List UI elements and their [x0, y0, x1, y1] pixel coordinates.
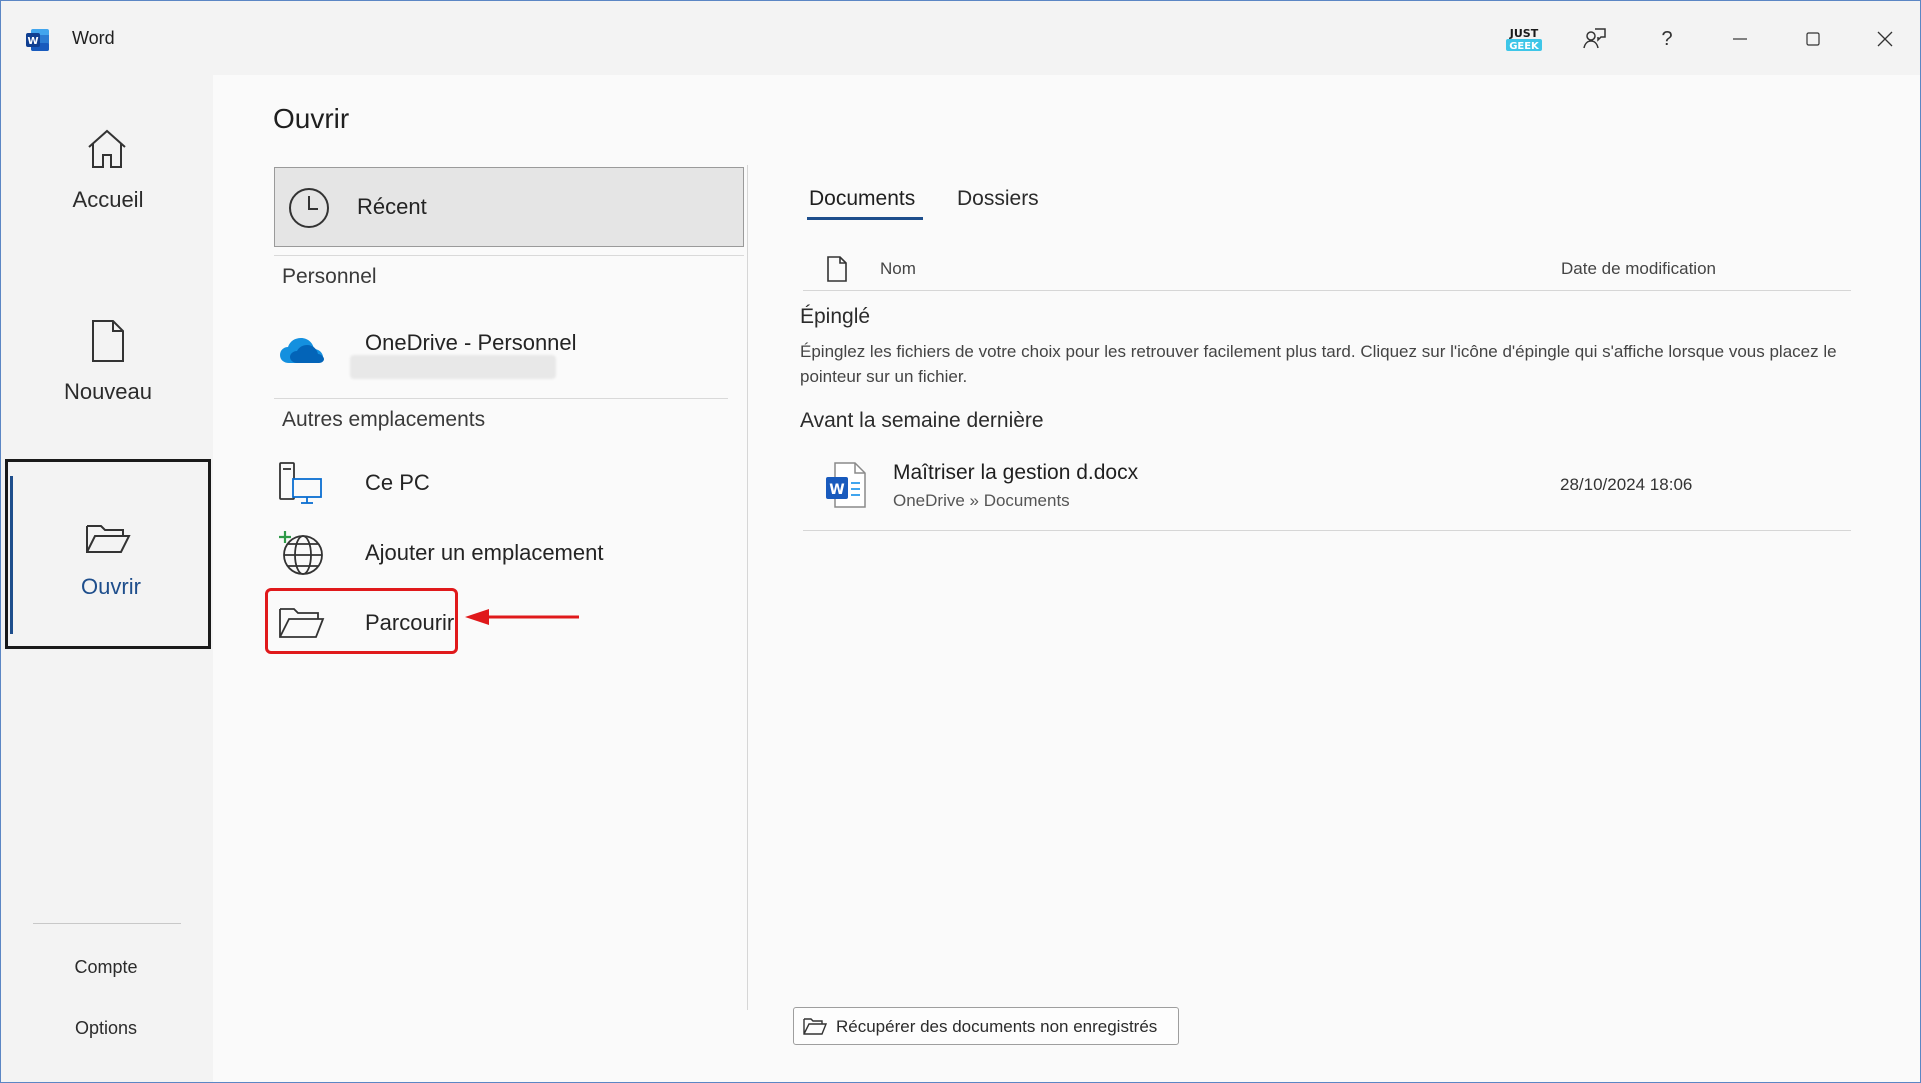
new-document-icon [92, 320, 124, 362]
redacted-account-email [350, 355, 556, 379]
section-personnel: Personnel [282, 265, 377, 288]
open-folder-icon [86, 525, 131, 553]
column-header-name[interactable]: Nom [880, 259, 916, 279]
onedrive-cloud-icon [280, 338, 324, 363]
word-document-icon: W [826, 462, 866, 508]
computer-icon [279, 462, 322, 504]
clock-icon [289, 188, 329, 228]
location-onedrive-label: OneDrive - Personnel [365, 330, 577, 355]
backstage-nav: Accueil Nouveau Ouvrir Compte Options [1, 75, 211, 1082]
justgeek-logo: JUST GEEK [1501, 25, 1547, 55]
open-folder-small-icon [803, 1018, 827, 1035]
nav-item-label: Nouveau [63, 379, 153, 404]
nav-item-label: Accueil [72, 187, 144, 212]
nav-options[interactable]: Options [1, 1018, 211, 1039]
tab-active-underline [807, 217, 923, 220]
column-header-date[interactable]: Date de modification [1561, 259, 1716, 279]
divider [274, 398, 728, 399]
active-indicator [10, 476, 13, 634]
word-app-icon: W [26, 29, 49, 51]
nav-compte[interactable]: Compte [1, 957, 211, 978]
pinned-description: Épinglez les fichiers de votre choix pou… [800, 342, 1837, 386]
file-path: OneDrive » Documents [893, 491, 1070, 510]
recover-unsaved-label: Récupérer des documents non enregistrés [836, 1017, 1158, 1036]
file-type-icon [827, 256, 847, 282]
svg-text:W: W [27, 36, 38, 47]
maximize-button[interactable] [1793, 21, 1833, 57]
section-autres-emplacements: Autres emplacements [282, 408, 486, 431]
recover-unsaved-button[interactable]: Récupérer des documents non enregistrés [793, 1007, 1179, 1045]
nav-item-label: Ouvrir [81, 574, 141, 599]
tab-dossiers[interactable]: Dossiers [957, 187, 1039, 211]
app-title: Word [72, 28, 115, 48]
nav-item-nouveau[interactable]: Nouveau [5, 267, 211, 457]
feedback-icon[interactable] [1574, 21, 1614, 57]
add-location-globe-icon [279, 531, 323, 575]
title-bar: W Word JUST GEEK ? [1, 1, 1920, 75]
nav-item-accueil[interactable]: Accueil [5, 75, 211, 265]
row-divider [803, 530, 1851, 531]
annotation-arrow [465, 609, 579, 625]
home-icon [88, 129, 126, 168]
annotation-highlight-box [265, 588, 458, 654]
location-this-pc[interactable]: Ce PC [277, 455, 717, 511]
nav-item-ouvrir[interactable]: Ouvrir [5, 459, 211, 649]
location-add-place[interactable]: Ajouter un emplacement [277, 525, 717, 581]
file-row[interactable]: W Maîtriser la gestion d.docx OneDrive »… [803, 449, 1851, 519]
page-title: Ouvrir [273, 103, 350, 134]
open-pane: Ouvrir Récent Personnel OneDrive - Perso… [213, 75, 1920, 1082]
nav-divider [33, 923, 181, 924]
svg-text:W: W [829, 482, 844, 498]
word-window: W Word JUST GEEK ? Accueil Nouveau Ouvri… [0, 0, 1921, 1083]
tab-documents[interactable]: Documents [809, 187, 915, 211]
svg-text:GEEK: GEEK [1509, 41, 1540, 52]
file-name: Maîtriser la gestion d.docx [893, 461, 1139, 484]
group-older-title: Avant la semaine dernière [800, 409, 1044, 432]
svg-text:JUST: JUST [1509, 27, 1539, 40]
column-divider [747, 165, 748, 1010]
file-date: 28/10/2024 18:06 [1560, 475, 1693, 494]
location-recent[interactable]: Récent [274, 167, 744, 247]
divider [274, 255, 744, 256]
group-pinned-title: Épinglé [800, 305, 871, 328]
location-this-pc-label: Ce PC [365, 470, 430, 495]
header-divider [803, 290, 1851, 291]
location-add-place-label: Ajouter un emplacement [365, 540, 604, 565]
help-button[interactable]: ? [1647, 21, 1687, 57]
minimize-button[interactable] [1720, 21, 1760, 57]
close-button[interactable] [1865, 21, 1905, 57]
location-recent-label: Récent [357, 194, 427, 219]
